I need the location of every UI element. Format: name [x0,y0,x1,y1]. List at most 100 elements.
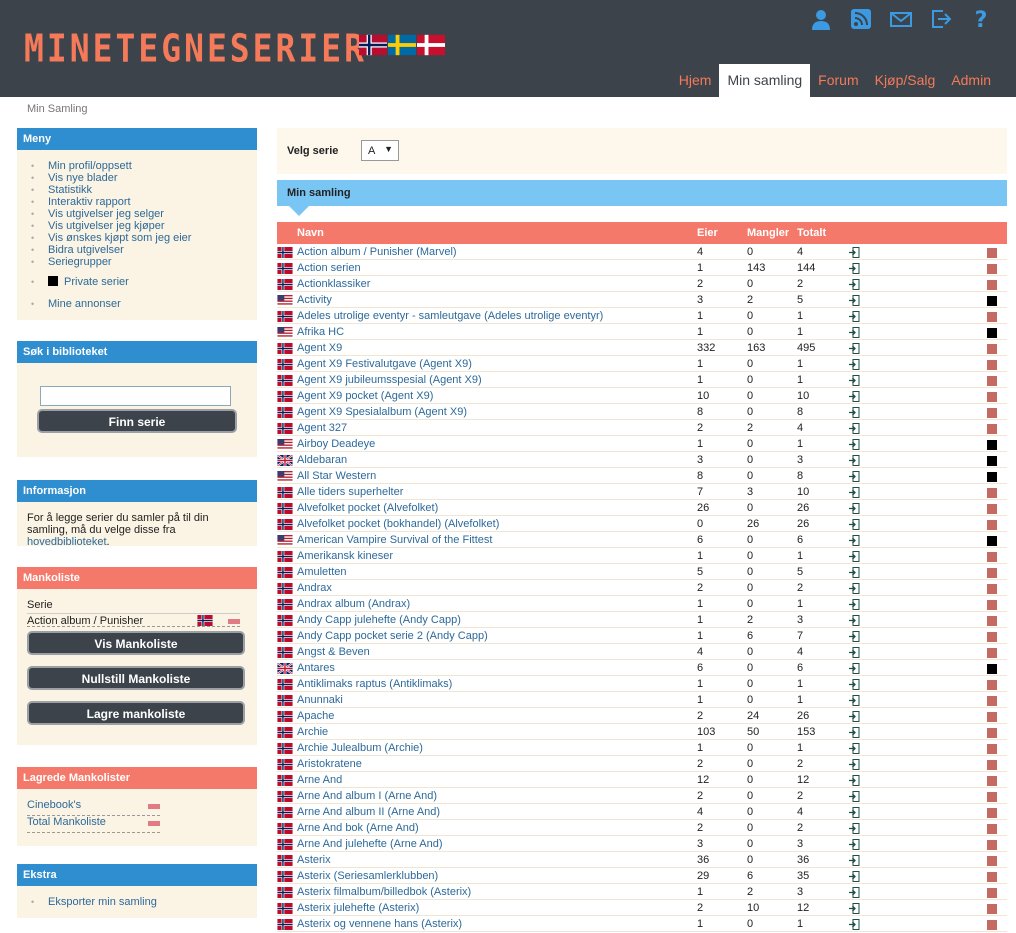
add-to-list-icon[interactable] [849,567,860,578]
status-marker-icon[interactable] [987,504,997,514]
add-to-list-icon[interactable] [849,279,860,290]
series-name-link[interactable]: Alvefolket pocket (Alvefolket) [297,500,438,516]
series-name-link[interactable]: Archie Julealbum (Archie) [297,740,423,756]
series-name-link[interactable]: Andy Capp pocket serie 2 (Andy Capp) [297,628,488,644]
add-to-list-icon[interactable] [849,759,860,770]
status-marker-icon[interactable] [987,856,997,866]
series-name-link[interactable]: Airboy Deadeye [297,436,375,452]
status-marker-icon[interactable] [987,568,997,578]
series-name-link[interactable]: All Star Western [297,468,376,484]
series-name-link[interactable]: Antiklimaks raptus (Antiklimaks) [297,676,452,692]
find-series-button[interactable]: Finn serie [37,409,237,433]
add-to-list-icon[interactable] [849,407,860,418]
series-name-link[interactable]: Angst & Beven [297,644,370,660]
status-marker-icon[interactable] [987,408,997,418]
series-name-link[interactable]: Anunnaki [297,692,343,708]
remove-icon[interactable] [148,804,160,809]
add-to-list-icon[interactable] [849,871,860,882]
series-name-link[interactable]: Andrax [297,580,332,596]
status-marker-icon[interactable] [987,312,997,322]
export-collection-link[interactable]: Eksporter min samling [31,896,257,908]
series-name-link[interactable]: Action serien [297,260,361,276]
status-marker-icon[interactable] [987,904,997,914]
status-marker-icon[interactable] [987,824,997,834]
denmark-flag-icon[interactable] [417,34,445,56]
series-name-link[interactable]: Antares [297,660,335,676]
menu-item-report[interactable]: Interaktiv rapport [31,196,257,208]
nav-forum[interactable]: Forum [810,64,866,97]
logout-icon[interactable] [930,8,952,30]
series-name-link[interactable]: Aldebaran [297,452,347,468]
menu-item-contribute[interactable]: Bidra utgivelser [31,244,257,256]
saved-list-item[interactable]: Cinebook's [27,799,160,816]
add-to-list-icon[interactable] [849,263,860,274]
series-name-link[interactable]: Agent X9 [297,340,342,356]
status-marker-icon[interactable] [987,488,997,498]
status-marker-icon[interactable] [987,744,997,754]
site-logo[interactable]: MINETEGNESERIER [24,26,367,71]
add-to-list-icon[interactable] [849,487,860,498]
remove-icon[interactable] [148,821,160,826]
add-to-list-icon[interactable] [849,327,860,338]
series-name-link[interactable]: Arne And [297,772,342,788]
status-marker-icon[interactable] [987,840,997,850]
series-name-link[interactable]: Agent X9 Festivalutgave (Agent X9) [297,356,472,372]
add-to-list-icon[interactable] [849,903,860,914]
add-to-list-icon[interactable] [849,855,860,866]
series-name-link[interactable]: Asterix (Seriesamlerklubben) [297,868,438,884]
rss-icon[interactable] [850,8,872,30]
reset-mankoliste-button[interactable]: Nullstill Mankoliste [27,666,245,690]
series-name-link[interactable]: Asterix julehefte (Asterix) [297,900,419,916]
series-name-link[interactable]: Asterix [297,852,331,868]
private-marker-icon[interactable] [987,440,997,450]
status-marker-icon[interactable] [987,360,997,370]
menu-item-selling[interactable]: Vis utgivelser jeg selger [31,208,257,220]
series-name-link[interactable]: Actionklassiker [297,276,370,292]
nav-admin[interactable]: Admin [943,64,999,97]
status-marker-icon[interactable] [987,728,997,738]
menu-item-profile[interactable]: Min profil/oppsett [31,160,257,172]
col-total[interactable]: Totalt [797,227,826,239]
status-marker-icon[interactable] [987,520,997,530]
nav-min-samling[interactable]: Min samling [719,64,811,97]
menu-item-new-issues[interactable]: Vis nye blader [31,172,257,184]
add-to-list-icon[interactable] [849,823,860,834]
add-to-list-icon[interactable] [849,711,860,722]
menu-item-ads[interactable]: Mine annonser [31,298,257,310]
add-to-list-icon[interactable] [849,631,860,642]
add-to-list-icon[interactable] [849,519,860,530]
status-marker-icon[interactable] [987,344,997,354]
col-name[interactable]: Navn [297,227,324,239]
series-name-link[interactable]: Action album / Punisher (Marvel) [297,244,457,260]
series-select[interactable]: A ▼ [361,140,399,161]
status-marker-icon[interactable] [987,552,997,562]
add-to-list-icon[interactable] [849,887,860,898]
series-name-link[interactable]: Agent X9 jubileumsspesial (Agent X9) [297,372,482,388]
series-name-link[interactable]: Arne And bok (Arne And) [297,820,419,836]
private-marker-icon[interactable] [987,664,997,674]
add-to-list-icon[interactable] [849,663,860,674]
norway-flag-icon[interactable] [359,34,387,56]
add-to-list-icon[interactable] [849,919,860,930]
private-marker-icon[interactable] [987,472,997,482]
private-marker-icon[interactable] [987,296,997,306]
series-name-link[interactable]: Alle tiders superhelter [297,484,403,500]
series-name-link[interactable]: Apache [297,708,334,724]
series-name-link[interactable]: Agent X9 Spesialalbum (Agent X9) [297,404,467,420]
add-to-list-icon[interactable] [849,535,860,546]
status-marker-icon[interactable] [987,632,997,642]
menu-item-statistics[interactable]: Statistikk [31,184,257,196]
add-to-list-icon[interactable] [849,247,860,258]
series-search-input[interactable] [40,386,231,406]
series-name-link[interactable]: Agent X9 pocket (Agent X9) [297,388,433,404]
menu-item-buying[interactable]: Vis utgivelser jeg kjøper [31,220,257,232]
add-to-list-icon[interactable] [849,775,860,786]
menu-item-private[interactable]: Private serier [31,276,257,288]
add-to-list-icon[interactable] [849,503,860,514]
series-name-link[interactable]: Aristokratene [297,756,362,772]
mail-icon[interactable] [890,8,912,30]
series-name-link[interactable]: Arne And album II (Arne And) [297,804,440,820]
series-name-link[interactable]: Activity [297,292,332,308]
menu-item-seriegrupper[interactable]: Seriegrupper [31,256,257,268]
saved-list-item[interactable]: Total Mankoliste [27,816,160,833]
